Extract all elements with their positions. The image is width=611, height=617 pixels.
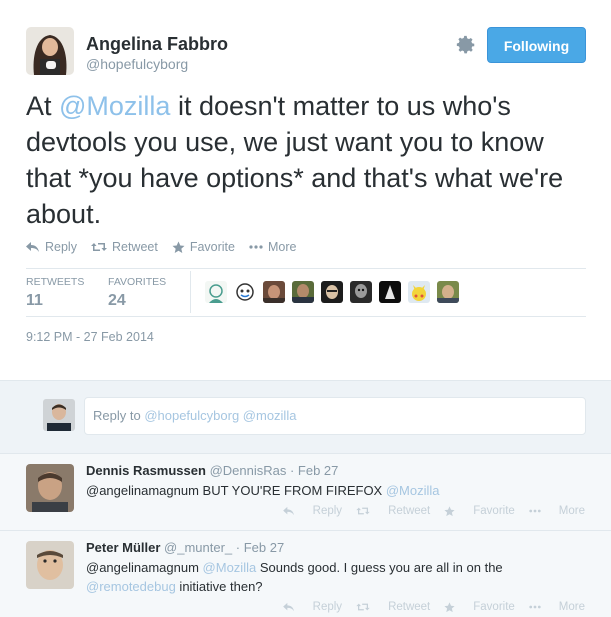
retweets-count: 11 <box>26 292 43 309</box>
retweets-stat[interactable]: RETWEETS 11 <box>26 276 84 310</box>
tweet-text-prefix: At <box>26 91 60 121</box>
more-dots-icon <box>529 605 541 609</box>
favoriter-avatar[interactable] <box>292 281 314 303</box>
author-handle[interactable]: @hopefulcyborg <box>86 56 188 72</box>
reply-input[interactable]: Reply to @hopefulcyborg @mozilla <box>84 397 586 435</box>
reply-reply-action[interactable]: Reply <box>282 505 343 517</box>
tweet-text: At @Mozilla it doesn't matter to us who'… <box>26 88 586 232</box>
favoriter-avatar[interactable] <box>379 281 401 303</box>
author-avatar[interactable] <box>26 27 74 75</box>
reply-author-handle: @_munter_ · Feb 27 <box>164 540 285 555</box>
current-user-avatar <box>43 399 75 431</box>
favorite-action-label: Favorite <box>473 505 515 517</box>
favorites-count: 24 <box>108 292 126 309</box>
reply-icon <box>282 602 294 612</box>
tweet-timestamp[interactable]: 9:12 PM - 27 Feb 2014 <box>26 330 154 344</box>
following-button[interactable]: Following <box>487 27 586 63</box>
reply-retweet-action[interactable]: Retweet <box>356 601 430 613</box>
retweet-action-label: Retweet <box>388 505 431 517</box>
retweet-action[interactable]: Retweet <box>90 240 158 254</box>
reply-reply-action[interactable]: Reply <box>282 601 343 613</box>
reply-author-avatar[interactable] <box>26 541 74 589</box>
reply-author-avatar[interactable] <box>26 464 74 512</box>
reply-more-action[interactable]: More <box>529 601 585 613</box>
more-action-label: More <box>558 601 585 613</box>
stats-vertical-divider <box>190 271 191 313</box>
reply-mention-link[interactable]: @remotedebug <box>86 579 176 594</box>
more-dots-icon <box>529 509 541 513</box>
favorites-stat[interactable]: FAVORITES 24 <box>108 276 166 310</box>
reply-text-body: @angelinamagnum BUT YOU'RE FROM FIREFOX <box>86 483 386 498</box>
reply-item[interactable]: Dennis Rasmussen @DennisRas · Feb 27 @an… <box>0 453 611 530</box>
retweet-label: Retweet <box>111 240 158 254</box>
reply-action-label: Reply <box>312 505 343 517</box>
mention-link[interactable]: @Mozilla <box>59 91 170 121</box>
reply-actions: Reply Retweet Favorite More <box>269 601 585 613</box>
reply-author-handle: @DennisRas · Feb 27 <box>209 463 339 478</box>
retweets-label: RETWEETS <box>26 276 85 288</box>
more-label: More <box>267 240 297 254</box>
favoriter-avatar[interactable] <box>234 281 256 303</box>
star-icon <box>444 505 455 516</box>
favorite-label: Favorite <box>189 240 235 254</box>
favoriter-avatars <box>205 281 466 303</box>
favorites-label: FAVORITES <box>108 276 167 288</box>
reply-icon <box>282 506 294 516</box>
reply-favorite-action[interactable]: Favorite <box>444 505 515 517</box>
favoriter-avatar[interactable] <box>263 281 285 303</box>
reply-author-name: Peter Müller <box>86 540 161 555</box>
favoriter-avatar[interactable] <box>408 281 430 303</box>
conversation-panel: Reply to @hopefulcyborg @mozilla Dennis … <box>0 380 611 617</box>
reply-more-action[interactable]: More <box>529 505 585 517</box>
reply-action[interactable]: Reply <box>26 240 77 254</box>
favorite-action-label: Favorite <box>473 601 515 613</box>
reply-favorite-action[interactable]: Favorite <box>444 601 515 613</box>
reply-author[interactable]: Dennis Rasmussen @DennisRas · Feb 27 <box>86 463 338 478</box>
reply-action-label: Reply <box>312 601 343 613</box>
reply-actions: Reply Retweet Favorite More <box>269 505 585 517</box>
reply-retweet-action[interactable]: Retweet <box>356 505 430 517</box>
reply-box-area: Reply to @hopefulcyborg @mozilla <box>0 381 611 453</box>
tweet-card: Angelina Fabbro @hopefulcyborg Following… <box>0 0 611 380</box>
reply-icon <box>26 242 39 252</box>
retweet-icon <box>356 507 370 515</box>
tweet-actions: Reply Retweet Favorite More <box>26 240 310 254</box>
reply-mention-link[interactable]: @Mozilla <box>386 483 440 498</box>
reply-input-mentions: @hopefulcyborg @mozilla <box>144 408 297 423</box>
more-action[interactable]: More <box>249 240 296 254</box>
retweet-icon <box>356 603 370 611</box>
favoriter-avatar[interactable] <box>350 281 372 303</box>
more-action-label: More <box>558 505 585 517</box>
reply-mention-link[interactable]: @Mozilla <box>203 560 257 575</box>
favoriter-avatar[interactable] <box>437 281 459 303</box>
favoriter-avatar[interactable] <box>205 281 227 303</box>
reply-text-body: Sounds good. I guess you are all in on t… <box>256 560 503 575</box>
reply-author[interactable]: Peter Müller @_munter_ · Feb 27 <box>86 540 284 555</box>
favoriter-avatar[interactable] <box>321 281 343 303</box>
stats-divider-bottom <box>26 316 586 317</box>
reply-text: @angelinamagnum @Mozilla Sounds good. I … <box>86 558 586 596</box>
stats-divider-top <box>26 268 586 269</box>
star-icon <box>172 241 185 253</box>
reply-input-prefix: Reply to <box>93 408 145 423</box>
more-dots-icon <box>249 245 263 249</box>
retweet-icon <box>90 243 107 251</box>
reply-text-body: initiative then? <box>175 579 263 594</box>
gear-icon[interactable] <box>455 34 477 56</box>
favorite-action[interactable]: Favorite <box>172 240 235 254</box>
reply-text-body: @angelinamagnum <box>86 560 203 575</box>
reply-text: @angelinamagnum BUT YOU'RE FROM FIREFOX … <box>86 481 586 500</box>
star-icon <box>444 601 455 612</box>
reply-author-name: Dennis Rasmussen <box>86 463 206 478</box>
author-name[interactable]: Angelina Fabbro <box>86 34 228 55</box>
retweet-action-label: Retweet <box>388 601 431 613</box>
reply-label: Reply <box>45 240 77 254</box>
reply-item[interactable]: Peter Müller @_munter_ · Feb 27 @angelin… <box>0 530 611 617</box>
